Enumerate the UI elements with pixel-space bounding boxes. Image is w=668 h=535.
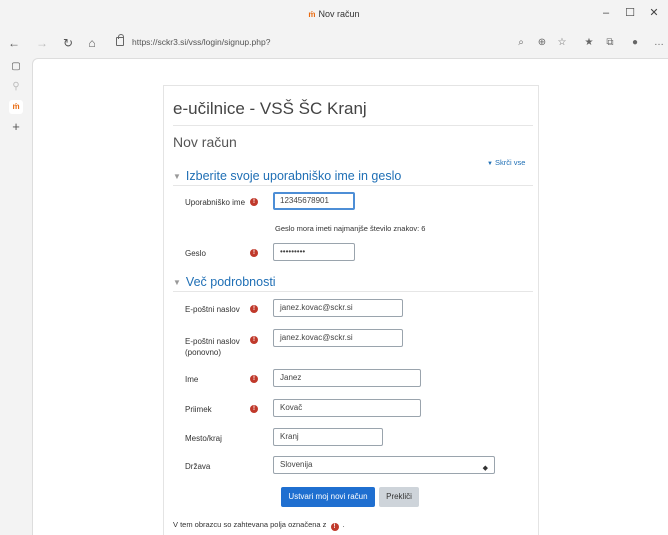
required-icon: ! bbox=[250, 405, 258, 413]
required-icon: ! bbox=[250, 375, 258, 383]
required-icon: ! bbox=[250, 198, 258, 206]
pin-icon[interactable]: ⚲ bbox=[9, 80, 23, 94]
select-arrow-icon: ◆ bbox=[482, 465, 488, 472]
address-bar[interactable]: https://sckr3.si/vss/login/signup.php? bbox=[112, 34, 582, 52]
forward-icon[interactable]: → bbox=[34, 35, 50, 51]
username-label: Uporabniško ime bbox=[185, 198, 246, 207]
password-input[interactable]: ••••••••• bbox=[273, 243, 355, 261]
lastname-input[interactable]: Kovač bbox=[273, 399, 421, 417]
required-icon: ! bbox=[250, 336, 258, 344]
collapse-all-label: Skrči vse bbox=[494, 158, 526, 167]
firstname-label: Ime bbox=[185, 375, 199, 384]
firstname-input[interactable]: Janez bbox=[273, 369, 421, 387]
window-title-text: Nov račun bbox=[318, 9, 360, 19]
favorite-add-icon[interactable]: ☆ bbox=[555, 35, 569, 51]
lastname-label: Priimek bbox=[185, 405, 212, 414]
profile-icon[interactable]: ● bbox=[628, 35, 642, 51]
new-tab-icon[interactable]: + bbox=[9, 120, 23, 134]
required-icon: ! bbox=[330, 523, 339, 531]
section-login-title: Izberite svoje uporabniško ime in geslo bbox=[185, 169, 402, 183]
section-details-title: Več podrobnosti bbox=[185, 275, 276, 289]
email-again-label: E-poštni naslov (ponovno) bbox=[185, 336, 240, 358]
divider bbox=[173, 125, 533, 126]
refresh-icon[interactable]: ↻ bbox=[60, 35, 76, 51]
required-note-text: V tem obrazcu so zahtevana polja označen… bbox=[173, 520, 327, 529]
country-select[interactable]: Slovenija ◆ bbox=[273, 456, 495, 474]
vertical-tab-rail: ▢ ⚲ ṁ + bbox=[0, 56, 32, 535]
username-input[interactable]: 12345678901 bbox=[273, 192, 355, 210]
site-title: e-učilnice - VSŠ ŠC Kranj bbox=[173, 99, 367, 118]
close-button[interactable]: ✕ bbox=[645, 5, 663, 21]
country-selected-value: Slovenija bbox=[280, 460, 313, 469]
section-details-header[interactable]: ▼ Več podrobnosti bbox=[173, 275, 276, 289]
password-label: Geslo bbox=[185, 249, 206, 258]
page-viewport: e-učilnice - VSŠ ŠC Kranj Nov račun ▼ Skr… bbox=[32, 58, 668, 535]
divider bbox=[173, 185, 533, 186]
collapse-all-link[interactable]: ▼ Skrči vse bbox=[487, 158, 525, 167]
minimize-button[interactable]: – bbox=[597, 5, 615, 21]
required-icon: ! bbox=[250, 249, 258, 257]
password-hint: Geslo mora imeti najmanjše število znako… bbox=[275, 224, 426, 233]
email-again-input[interactable]: janez.kovac@sckr.si bbox=[273, 329, 403, 347]
caret-down-icon: ▼ bbox=[487, 161, 493, 167]
section-login-header[interactable]: ▼ Izberite svoje uporabniško ime in geslo bbox=[173, 169, 401, 183]
site-favicon-icon: ṁ bbox=[308, 10, 316, 19]
create-account-button[interactable]: Ustvari moj novi račun bbox=[281, 487, 375, 507]
email-input[interactable]: janez.kovac@sckr.si bbox=[273, 299, 403, 317]
search-icon[interactable]: ⌕ bbox=[514, 35, 528, 51]
collections-icon[interactable]: ⧉ bbox=[603, 35, 617, 51]
maximize-button[interactable]: ☐ bbox=[621, 5, 639, 21]
address-bar-row: ← → ↻ ⌂ https://sckr3.si/vss/login/signu… bbox=[0, 30, 668, 56]
tab-actions-icon[interactable]: ▢ bbox=[9, 60, 23, 74]
email-again-label-line2: (ponovno) bbox=[185, 348, 222, 357]
chevron-down-icon: ▼ bbox=[173, 278, 181, 287]
favorites-icon[interactable]: ★ bbox=[582, 35, 596, 51]
city-label: Mesto/kraj bbox=[185, 434, 222, 443]
title-bar: ṁ Nov račun – ☐ ✕ bbox=[0, 0, 668, 30]
required-fields-note: V tem obrazcu so zahtevana polja označen… bbox=[173, 520, 345, 531]
cancel-button[interactable]: Prekliči bbox=[379, 487, 419, 507]
required-note-end: . bbox=[342, 520, 345, 529]
lock-icon bbox=[116, 34, 124, 46]
back-icon[interactable]: ← bbox=[6, 35, 22, 51]
chevron-down-icon: ▼ bbox=[173, 172, 181, 181]
more-icon[interactable]: … bbox=[652, 35, 666, 51]
country-label: Država bbox=[185, 462, 211, 471]
home-icon[interactable]: ⌂ bbox=[84, 35, 100, 51]
window-title: ṁ Nov račun bbox=[0, 9, 668, 19]
url-text[interactable]: https://sckr3.si/vss/login/signup.php? bbox=[132, 37, 270, 47]
email-again-label-line1: E-poštni naslov bbox=[185, 337, 240, 346]
tab-site-icon[interactable]: ṁ bbox=[9, 100, 23, 114]
zoom-icon[interactable]: ⊕ bbox=[535, 35, 549, 51]
city-input[interactable]: Kranj bbox=[273, 428, 383, 446]
page-title: Nov račun bbox=[173, 134, 237, 150]
required-icon: ! bbox=[250, 305, 258, 313]
email-label: E-poštni naslov bbox=[185, 305, 240, 314]
divider bbox=[173, 291, 533, 292]
